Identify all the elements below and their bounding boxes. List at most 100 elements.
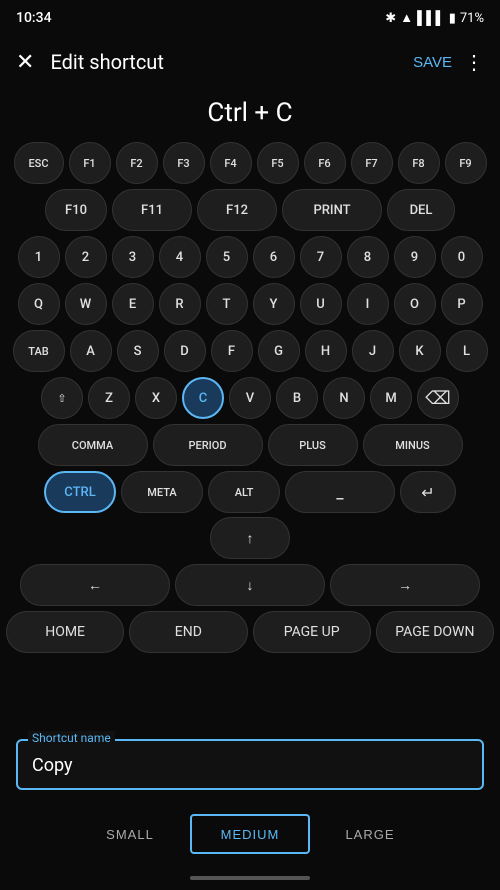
key-enter[interactable]: ↵ (400, 471, 456, 513)
key-p[interactable]: P (441, 283, 483, 325)
key-row-numbers: 1 2 3 4 5 6 7 8 9 0 (6, 236, 494, 278)
key-comma[interactable]: COMMA (38, 424, 148, 466)
key-r[interactable]: R (159, 283, 201, 325)
key-backspace[interactable]: ⌫ (417, 377, 459, 419)
wifi-icon: ▲ (400, 10, 413, 26)
key-minus[interactable]: MINUS (363, 424, 463, 466)
key-meta[interactable]: META (121, 471, 203, 513)
key-2[interactable]: 2 (65, 236, 107, 278)
input-label: Shortcut name (28, 731, 115, 745)
key-g[interactable]: G (258, 330, 300, 372)
key-z[interactable]: Z (88, 377, 130, 419)
key-x[interactable]: X (135, 377, 177, 419)
key-f6[interactable]: F6 (304, 142, 346, 184)
key-down[interactable]: ↓ (175, 564, 325, 606)
key-f3[interactable]: F3 (163, 142, 205, 184)
size-large-button[interactable]: LARGE (310, 814, 430, 854)
key-page-down[interactable]: PAGE DOWN (376, 611, 494, 653)
key-f12[interactable]: F12 (197, 189, 277, 231)
status-time: 10:34 (16, 10, 52, 26)
key-left[interactable]: ← (20, 564, 170, 606)
key-q[interactable]: Q (18, 283, 60, 325)
more-button[interactable]: ⋮ (464, 50, 484, 75)
key-f1[interactable]: F1 (69, 142, 111, 184)
key-grid: ESC F1 F2 F3 F4 F5 F6 F7 F8 F9 F10 F11 F… (0, 142, 500, 513)
size-medium-button[interactable]: MEDIUM (190, 814, 310, 854)
key-s[interactable]: S (117, 330, 159, 372)
key-i[interactable]: I (347, 283, 389, 325)
key-0[interactable]: 0 (441, 236, 483, 278)
input-value[interactable]: Copy (32, 751, 468, 776)
key-f5[interactable]: F5 (257, 142, 299, 184)
key-row-qwerty: Q W E R T Y U I O P (6, 283, 494, 325)
key-esc[interactable]: ESC (14, 142, 64, 184)
key-period[interactable]: PERIOD (153, 424, 263, 466)
key-f7[interactable]: F7 (351, 142, 393, 184)
key-b[interactable]: B (276, 377, 318, 419)
bluetooth-icon: ✱ (385, 11, 396, 26)
input-area: Shortcut name Copy (0, 739, 500, 790)
key-m[interactable]: M (370, 377, 412, 419)
size-small-button[interactable]: SMALL (70, 814, 190, 854)
key-shift[interactable]: ⇧ (41, 377, 83, 419)
key-page-up[interactable]: PAGE UP (253, 611, 371, 653)
close-button[interactable]: ✕ (16, 49, 34, 75)
battery-icon: ▮ (449, 11, 456, 26)
header-right: SAVE ⋮ (413, 50, 484, 75)
save-button[interactable]: SAVE (413, 54, 452, 71)
key-f10[interactable]: F10 (45, 189, 107, 231)
key-f4[interactable]: F4 (210, 142, 252, 184)
size-selector: SMALL MEDIUM LARGE (0, 814, 500, 854)
key-row-asdf: TAB A S D F G H J K L (6, 330, 494, 372)
key-k[interactable]: K (399, 330, 441, 372)
key-right[interactable]: → (330, 564, 480, 606)
key-h[interactable]: H (305, 330, 347, 372)
key-ctrl[interactable]: CTRL (44, 471, 116, 513)
key-j[interactable]: J (352, 330, 394, 372)
key-row-zxcv: ⇧ Z X C V B N M ⌫ (6, 377, 494, 419)
key-f[interactable]: F (211, 330, 253, 372)
nav-row-arrows: ← ↓ → (6, 564, 494, 606)
nav-row-up: ↑ (6, 517, 494, 559)
bottom-indicator (190, 876, 310, 880)
key-f8[interactable]: F8 (398, 142, 440, 184)
key-7[interactable]: 7 (300, 236, 342, 278)
key-f2[interactable]: F2 (116, 142, 158, 184)
key-t[interactable]: T (206, 283, 248, 325)
key-o[interactable]: O (394, 283, 436, 325)
key-8[interactable]: 8 (347, 236, 389, 278)
key-row-symbols: COMMA PERIOD PLUS MINUS (6, 424, 494, 466)
key-4[interactable]: 4 (159, 236, 201, 278)
key-6[interactable]: 6 (253, 236, 295, 278)
key-e[interactable]: E (112, 283, 154, 325)
key-1[interactable]: 1 (18, 236, 60, 278)
key-home[interactable]: HOME (6, 611, 124, 653)
battery-percent: 71% (460, 11, 484, 26)
key-a[interactable]: A (70, 330, 112, 372)
key-tab[interactable]: TAB (13, 330, 65, 372)
key-space[interactable]: _ (285, 471, 395, 513)
key-up[interactable]: ↑ (210, 517, 290, 559)
key-del[interactable]: DEL (387, 189, 455, 231)
key-f9[interactable]: F9 (445, 142, 487, 184)
key-row-f10: F10 F11 F12 PRINT DEL (6, 189, 494, 231)
key-9[interactable]: 9 (394, 236, 436, 278)
input-container: Shortcut name Copy (16, 739, 484, 790)
key-alt[interactable]: ALT (208, 471, 280, 513)
key-5[interactable]: 5 (206, 236, 248, 278)
nav-section: ↑ ← ↓ → HOME END PAGE UP PAGE DOWN (0, 517, 500, 653)
key-n[interactable]: N (323, 377, 365, 419)
key-u[interactable]: U (300, 283, 342, 325)
key-w[interactable]: W (65, 283, 107, 325)
key-y[interactable]: Y (253, 283, 295, 325)
key-c[interactable]: C (182, 377, 224, 419)
key-l[interactable]: L (446, 330, 488, 372)
key-print[interactable]: PRINT (282, 189, 382, 231)
key-3[interactable]: 3 (112, 236, 154, 278)
key-v[interactable]: V (229, 377, 271, 419)
key-f11[interactable]: F11 (112, 189, 192, 231)
key-plus[interactable]: PLUS (268, 424, 358, 466)
key-end[interactable]: END (129, 611, 247, 653)
key-d[interactable]: D (164, 330, 206, 372)
status-icons: ✱ ▲ ▌▌▌ ▮ 71% (385, 10, 484, 26)
